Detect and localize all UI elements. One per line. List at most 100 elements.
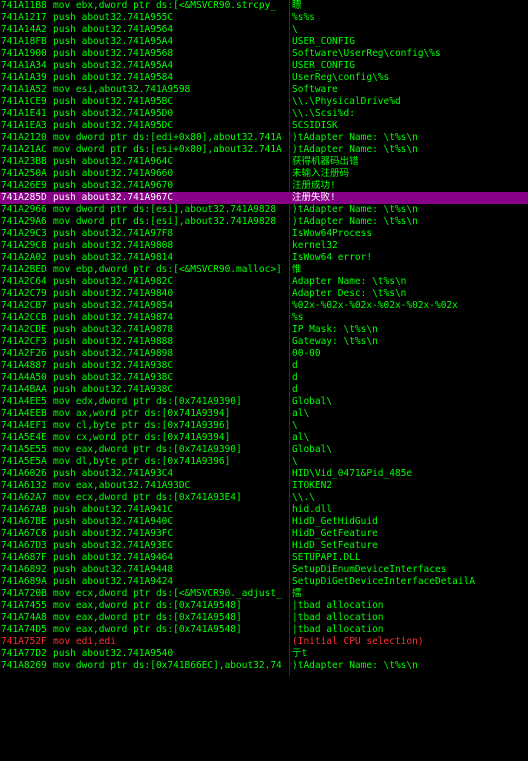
table-row[interactable]: 741A29C8 push about32.741A9808 kernel32 bbox=[0, 240, 528, 252]
table-row[interactable]: 741A11B8 mov ebx,dword ptr ds:[<&MSVCR90.… bbox=[0, 0, 528, 12]
table-row[interactable]: 741A1217 push about32.741A955C %s%s bbox=[0, 12, 528, 24]
disassembly-cell: mov eax,dword ptr ds:[0x741A9548] bbox=[53, 612, 242, 623]
table-row[interactable]: 741A689A push about32.741A9424 SetupDiGetD… bbox=[0, 576, 528, 588]
table-row[interactable]: 741A2CDE push about32.741A9878 IP Mask: \t… bbox=[0, 324, 528, 336]
table-row[interactable]: 741A2120 mov dword ptr ds:[edi+0x80],abou… bbox=[0, 132, 528, 144]
address-cell: 741A2C64 bbox=[1, 276, 47, 287]
table-row[interactable]: 741A8269 mov dword ptr ds:[0x741B66EC],ab… bbox=[0, 660, 528, 672]
table-row[interactable]: 741A720B mov ecx,dword ptr ds:[<&MSVCR90.… bbox=[0, 588, 528, 600]
table-row[interactable]: 741A2CF3 push about32.741A9888 Gateway: \t… bbox=[0, 336, 528, 348]
table-row[interactable]: 741A5E4E mov cx,word ptr ds:[0x741A9394] a… bbox=[0, 432, 528, 444]
table-row[interactable]: 741A5E5A mov dl,byte ptr ds:[0x741A9396] \ bbox=[0, 456, 528, 468]
table-row[interactable]: 741A4EF1 mov cl,byte ptr ds:[0x741A9396] \ bbox=[0, 420, 528, 432]
disassembly-cell: mov eax,dword ptr ds:[0x741A9390] bbox=[53, 444, 242, 455]
text-string-cell: al\ bbox=[292, 432, 310, 443]
table-row[interactable]: 741A1EA3 push about32.741A95DC SCSIDISK bbox=[0, 120, 528, 132]
selected-row[interactable]: 741A285D push about32.741A967C 注册失败! bbox=[0, 192, 528, 204]
table-row[interactable]: 741A7455 mov eax,dword ptr ds:[0x741A9548… bbox=[0, 600, 528, 612]
text-string-cell: Global\ bbox=[292, 396, 333, 407]
disassembly-cell: push about32.741A938C bbox=[53, 384, 174, 395]
address-cell: 741A285D bbox=[1, 192, 47, 203]
text-string-cell: SCSIDISK bbox=[292, 120, 338, 131]
address-cell: 741A5E55 bbox=[1, 444, 47, 455]
table-row[interactable]: 741A4887 push about32.741A938C d bbox=[0, 360, 528, 372]
table-row[interactable]: 741A5E55 mov eax,dword ptr ds:[0x741A9390… bbox=[0, 444, 528, 456]
table-row[interactable]: 741A6132 mov eax,about32.741A93DC ITOKEN2 bbox=[0, 480, 528, 492]
text-string-cell: \ bbox=[292, 456, 298, 467]
table-row[interactable]: 741A2A02 push about32.741A9814 IsWow64 err… bbox=[0, 252, 528, 264]
table-row[interactable]: 741A67C6 push about32.741A93FC HidD_GetFea… bbox=[0, 528, 528, 540]
text-string-cell: 注册失败! bbox=[292, 192, 336, 203]
table-row[interactable]: 741A2F26 push about32.741A9898 00-00 bbox=[0, 348, 528, 360]
disassembly-cell: push about32.741A967C bbox=[53, 192, 174, 203]
table-row[interactable]: 741A6026 push about32.741A93C4 HID\Vid_047… bbox=[0, 468, 528, 480]
table-row[interactable]: 741A2966 mov dword ptr ds:[esi],about32.7… bbox=[0, 204, 528, 216]
table-row[interactable]: 741A4BAA push about32.741A938C d bbox=[0, 384, 528, 396]
table-row[interactable]: 741A74A8 mov eax,dword ptr ds:[0x741A9548… bbox=[0, 612, 528, 624]
disassembly-cell: push about32.741A964C bbox=[53, 156, 174, 167]
disassembly-cell: mov eax,dword ptr ds:[0x741A9548] bbox=[53, 624, 242, 635]
disassembly-cell: mov dword ptr ds:[esi],about32.741A9828 bbox=[53, 216, 277, 227]
table-row[interactable]: 741A62A7 mov ecx,dword ptr ds:[0x741A93E4… bbox=[0, 492, 528, 504]
table-row[interactable]: 741A77D2 push about32.741A9540 亍t bbox=[0, 648, 528, 660]
disassembly-cell: mov edx,dword ptr ds:[0x741A9390] bbox=[53, 396, 242, 407]
table-row[interactable]: 741A26E9 push about32.741A9670 注册成功! bbox=[0, 180, 528, 192]
disassembly-cell: mov ecx,dword ptr ds:[0x741A93E4] bbox=[53, 492, 242, 503]
address-cell: 741A1A39 bbox=[1, 72, 47, 83]
address-cell: 741A4A50 bbox=[1, 372, 47, 383]
table-row[interactable]: 741A2C64 push about32.741A982C Adapter Nam… bbox=[0, 276, 528, 288]
table-row[interactable]: 741A67AB push about32.741A941C hid.dll bbox=[0, 504, 528, 516]
table-row[interactable]: 741A74D5 mov eax,dword ptr ds:[0x741A9548… bbox=[0, 624, 528, 636]
table-row[interactable]: 741A687F push about32.741A9464 SETUPAPI.DL… bbox=[0, 552, 528, 564]
table-row[interactable]: 741A29C3 push about32.741A97F8 IsWow64Proc… bbox=[0, 228, 528, 240]
text-string-cell: |tbad allocation bbox=[292, 624, 384, 635]
address-cell: 741A8269 bbox=[1, 660, 47, 671]
table-row[interactable]: 741A752F mov edi,edi (Initial CPU selectio… bbox=[0, 636, 528, 648]
address-cell: 741A23BB bbox=[1, 156, 47, 167]
disassembly-cell: push about32.741A938C bbox=[53, 372, 174, 383]
address-cell: 741A21AC bbox=[1, 144, 47, 155]
table-row[interactable]: 741A1CE9 push about32.741A95BC \\.\Physica… bbox=[0, 96, 528, 108]
text-string-cell: kernel32 bbox=[292, 240, 338, 251]
disassembly-cell: push about32.741A982C bbox=[53, 276, 174, 287]
table-row[interactable]: 741A2CCB push about32.741A9874 %s bbox=[0, 312, 528, 324]
table-row[interactable]: 741A29A6 mov dword ptr ds:[esi],about32.7… bbox=[0, 216, 528, 228]
table-row[interactable]: 741A1E41 push about32.741A95D0 \\.\Scsi%d: bbox=[0, 108, 528, 120]
table-row[interactable]: 741A2BED mov ebp,dword ptr ds:[<&MSVCR90.… bbox=[0, 264, 528, 276]
disassembly-cell: push about32.741A93C4 bbox=[53, 468, 174, 479]
table-row[interactable]: 741A14A2 push about32.741A9564 \ bbox=[0, 24, 528, 36]
address-cell: 741A7455 bbox=[1, 600, 47, 611]
table-row[interactable]: 741A4EEB mov ax,word ptr ds:[0x741A9394] a… bbox=[0, 408, 528, 420]
table-row[interactable]: 741A1900 push about32.741A9568 Software\Us… bbox=[0, 48, 528, 60]
text-string-cell: 注册成功! bbox=[292, 180, 336, 191]
table-row[interactable]: 741A21AC mov dword ptr ds:[esi+0x80],abou… bbox=[0, 144, 528, 156]
table-row[interactable]: 741A67BE push about32.741A940C HidD_GetHid… bbox=[0, 516, 528, 528]
address-cell: 741A1CE9 bbox=[1, 96, 47, 107]
disassembly-cell: push about32.741A938C bbox=[53, 360, 174, 371]
text-string-cell: Gateway: \t%s\n bbox=[292, 336, 378, 347]
table-row[interactable]: 741A67D3 push about32.741A93EC HidD_SetFea… bbox=[0, 540, 528, 552]
table-row[interactable]: 741A250A push about32.741A9660 未输入注册码 bbox=[0, 168, 528, 180]
table-row[interactable]: 741A6892 push about32.741A9448 SetupDiEnum… bbox=[0, 564, 528, 576]
table-row[interactable]: 741A1A34 push about32.741A95A4 USER_CONFIG bbox=[0, 60, 528, 72]
table-row[interactable]: 741A2C79 push about32.741A9840 Adapter Des… bbox=[0, 288, 528, 300]
address-cell: 741A1A34 bbox=[1, 60, 47, 71]
text-string-cell: \\.\PhysicalDrive%d bbox=[292, 96, 401, 107]
empty-list-area bbox=[0, 676, 528, 761]
address-cell: 741A720B bbox=[1, 588, 47, 599]
table-row[interactable]: 741A4A50 push about32.741A938C d bbox=[0, 372, 528, 384]
address-cell: 741A4BAA bbox=[1, 384, 47, 395]
address-cell: 741A4887 bbox=[1, 360, 47, 371]
disassembly-cell: mov eax,about32.741A93DC bbox=[53, 480, 191, 491]
table-row[interactable]: 741A4EE5 mov edx,dword ptr ds:[0x741A9390… bbox=[0, 396, 528, 408]
table-row[interactable]: 741A18FB push about32.741A95A4 USER_CONFIG bbox=[0, 36, 528, 48]
text-string-cell: %s%s bbox=[292, 12, 315, 23]
disassembly-cell: push about32.741A9424 bbox=[53, 576, 174, 587]
disassembly-cell: push about32.741A93FC bbox=[53, 528, 174, 539]
address-cell: 741A5E4E bbox=[1, 432, 47, 443]
address-cell: 741A74A8 bbox=[1, 612, 47, 623]
table-row[interactable]: 741A2CB7 push about32.741A9854 %02x-%02x-%… bbox=[0, 300, 528, 312]
table-row[interactable]: 741A1A52 mov esi,about32.741A9598 Software bbox=[0, 84, 528, 96]
table-row[interactable]: 741A23BB push about32.741A964C 获得机器码出错 bbox=[0, 156, 528, 168]
table-row[interactable]: 741A1A39 push about32.741A9584 UserReg\con… bbox=[0, 72, 528, 84]
